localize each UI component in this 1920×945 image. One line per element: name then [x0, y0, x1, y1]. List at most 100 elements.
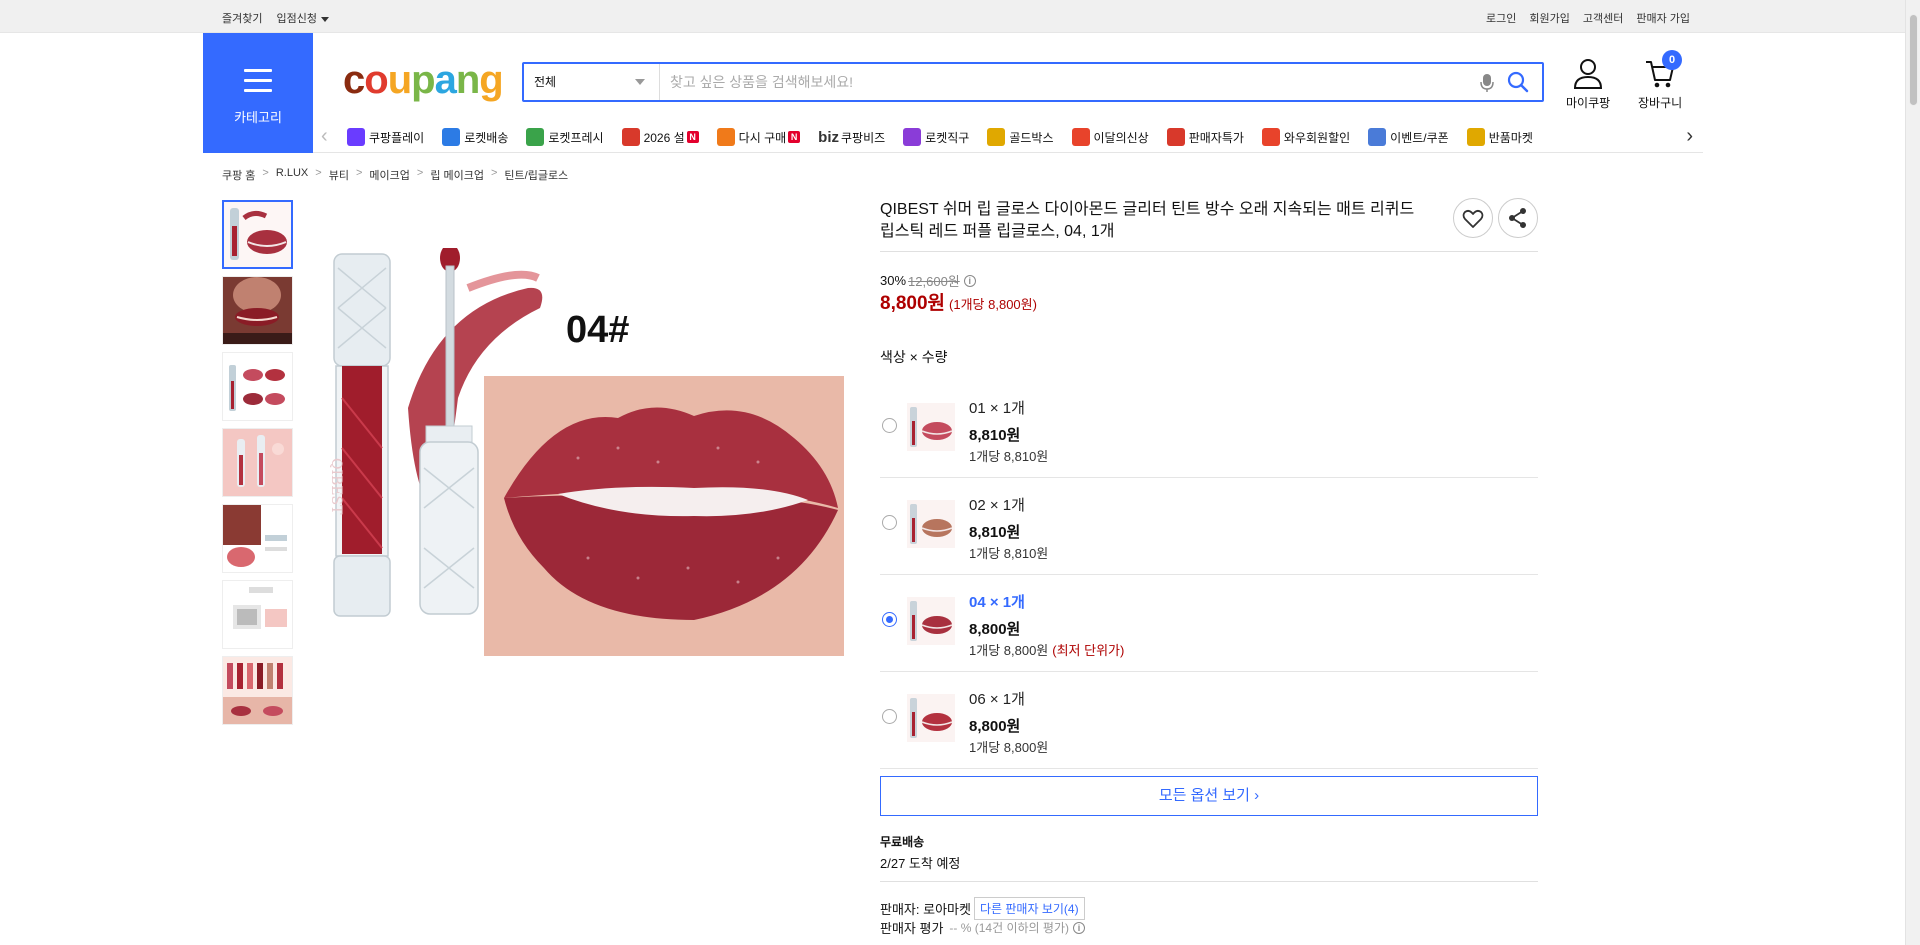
nav-item-6[interactable]: 로켓직구: [903, 128, 969, 146]
product-image-label: 04#: [566, 309, 629, 351]
breadcrumb-item[interactable]: 립 메이크업: [430, 167, 484, 183]
option-unit-text: 1개당 8,800원: [969, 643, 1049, 658]
breadcrumb-item[interactable]: 메이크업: [369, 167, 409, 183]
option-radio[interactable]: [882, 515, 897, 530]
nav-next-arrow-icon[interactable]: ›: [1686, 126, 1693, 146]
category-label: 카테고리: [234, 110, 282, 125]
nav-item-label: 로켓배송: [464, 130, 509, 145]
main-product-image[interactable]: QIBEST 04#: [318, 244, 844, 698]
nav-item-5[interactable]: biz 쿠팡비즈: [818, 128, 885, 146]
option-row[interactable]: 02 × 1개 8,810원 1개당 8,810원: [880, 480, 1538, 575]
category-menu-button[interactable]: 카테고리: [203, 33, 313, 153]
favorites-link[interactable]: 즐겨찾기: [222, 10, 262, 26]
option-price: 8,810원: [969, 427, 1021, 444]
new-icon: [1071, 128, 1090, 146]
breadcrumb-separator-icon: >: [355, 167, 363, 179]
customer-center-link[interactable]: 고객센터: [1583, 10, 1623, 26]
nav-item-8[interactable]: 이달의신상: [1071, 128, 1149, 146]
category-nav: ‹ 쿠팡플레이 로켓배송 로켓프레시 2026 설 N 다시 구매 N biz 쿠팡비즈 로켓직구…: [313, 120, 1703, 153]
nav-item-label: 이달의신상: [1093, 130, 1149, 145]
share-icon: [1509, 208, 1526, 228]
option-thumbnail: [907, 403, 955, 451]
nav-item-1[interactable]: 로켓배송: [442, 128, 508, 146]
cart-button[interactable]: 0 장바구니: [1638, 50, 1682, 111]
other-sellers-button[interactable]: 다른 판매자 보기(4): [973, 897, 1085, 920]
wishlist-button[interactable]: [1453, 198, 1493, 238]
seller-rating-value: -- % (14건 이하의 평가): [949, 921, 1070, 935]
nav-item-10[interactable]: 와우회원할인: [1261, 128, 1350, 146]
percent-icon: [1166, 128, 1185, 146]
breadcrumb-separator-icon: >: [315, 167, 322, 179]
option-unit-price: 1개당 8,800원 (최저 단위가): [969, 640, 1124, 659]
search-icon[interactable]: [1506, 70, 1530, 94]
option-radio[interactable]: [882, 418, 897, 433]
option-unit-text: 1개당 8,810원: [969, 546, 1049, 561]
seller-signup-link[interactable]: 판매자 가입: [1636, 10, 1690, 26]
dropdown-arrow-icon: [635, 79, 645, 85]
option-radio[interactable]: [882, 612, 897, 627]
option-row[interactable]: 04 × 1개 8,800원 1개당 8,800원 (최저 단위가): [880, 577, 1538, 672]
nav-item-prefix: biz: [818, 128, 839, 146]
breadcrumb-item[interactable]: 틴트/립글로스: [504, 167, 568, 183]
wow-icon: [1261, 128, 1280, 146]
thumbnail-list: [222, 200, 293, 732]
share-button[interactable]: [1498, 198, 1538, 238]
nav-item-9[interactable]: 판매자특가: [1166, 128, 1244, 146]
home-icon: [716, 128, 735, 146]
thumbnail-6[interactable]: [222, 580, 293, 649]
option-row[interactable]: 01 × 1개 8,810원 1개당 8,810원: [880, 383, 1538, 478]
global-icon: [903, 128, 922, 146]
thumbnail-2[interactable]: [222, 276, 293, 345]
cart-count-badge: 0: [1662, 50, 1683, 70]
page-scrollbar[interactable]: [1905, 0, 1920, 945]
microphone-icon[interactable]: [1480, 73, 1494, 93]
scrollbar-thumb[interactable]: [1909, 14, 1918, 106]
nav-item-12[interactable]: 반품마켓: [1466, 128, 1533, 146]
search-bar: 전체: [522, 62, 1544, 102]
login-link[interactable]: 로그인: [1486, 10, 1516, 26]
all-options-label: 모든 옵션 보기: [1158, 787, 1250, 804]
thumbnail-1[interactable]: [222, 200, 293, 269]
signup-link[interactable]: 회원가입: [1529, 10, 1569, 26]
option-row[interactable]: 06 × 1개 8,800원 1개당 8,800원: [880, 674, 1538, 769]
option-radio[interactable]: [882, 709, 897, 724]
search-scope-select[interactable]: 전체: [524, 64, 660, 100]
thumbnail-5[interactable]: [222, 504, 293, 573]
nav-item-3[interactable]: 2026 설N: [621, 128, 699, 146]
option-header: 색상 × 수량: [880, 349, 948, 365]
nav-item-11[interactable]: 이벤트/쿠폰: [1368, 128, 1449, 146]
rating-info-icon[interactable]: i: [1073, 921, 1086, 934]
thumbnail-3[interactable]: [222, 352, 293, 421]
nav-item-0[interactable]: 쿠팡플레이: [347, 128, 424, 146]
market-icon: [1466, 128, 1485, 146]
nav-item-label: 이벤트/쿠폰: [1390, 130, 1449, 145]
nav-item-2[interactable]: 로켓프레시: [526, 128, 604, 146]
all-options-button[interactable]: 모든 옵션 보기 ›: [880, 776, 1538, 816]
nav-item-4[interactable]: 다시 구매 N: [716, 128, 801, 146]
breadcrumb-item[interactable]: 쿠팡 홈: [222, 167, 255, 183]
lowest-unit-price-tag: (최저 단위가): [1052, 643, 1125, 658]
option-thumbnail: [907, 597, 955, 645]
search-input[interactable]: [670, 70, 1450, 94]
seller-name: 판매자: 로아마켓: [880, 902, 971, 917]
goldbox-icon: [987, 128, 1006, 146]
chevron-right-icon: ›: [1254, 787, 1260, 804]
shipping-date: 2/27 도착 예정: [880, 856, 961, 871]
thumbnail-4[interactable]: [222, 428, 293, 497]
coupang-logo[interactable]: coupang: [343, 56, 504, 104]
discount-rate: 30%: [880, 273, 907, 288]
nav-item-7[interactable]: 골드박스: [987, 128, 1054, 146]
option-name: 06 × 1개: [969, 691, 1025, 708]
heart-icon: [1462, 209, 1484, 228]
breadcrumb-item[interactable]: R.LUX: [276, 167, 308, 183]
my-coupang-button[interactable]: 마이쿠팡: [1566, 58, 1610, 111]
breadcrumb-item[interactable]: 뷰티: [329, 167, 349, 183]
thumbnail-7[interactable]: [222, 656, 293, 725]
my-coupang-label: 마이쿠팡: [1566, 96, 1611, 110]
seller-apply-link[interactable]: 입점신청: [276, 10, 329, 26]
nav-prev-arrow-icon[interactable]: ‹: [321, 126, 328, 146]
search-scope-value: 전체: [534, 75, 557, 89]
info-icon[interactable]: i: [963, 274, 976, 287]
top-utility-bar: 즐겨찾기 입점신청 로그인 회원가입 고객센터 판매자 가입: [0, 0, 1905, 33]
new-badge: N: [788, 131, 801, 143]
